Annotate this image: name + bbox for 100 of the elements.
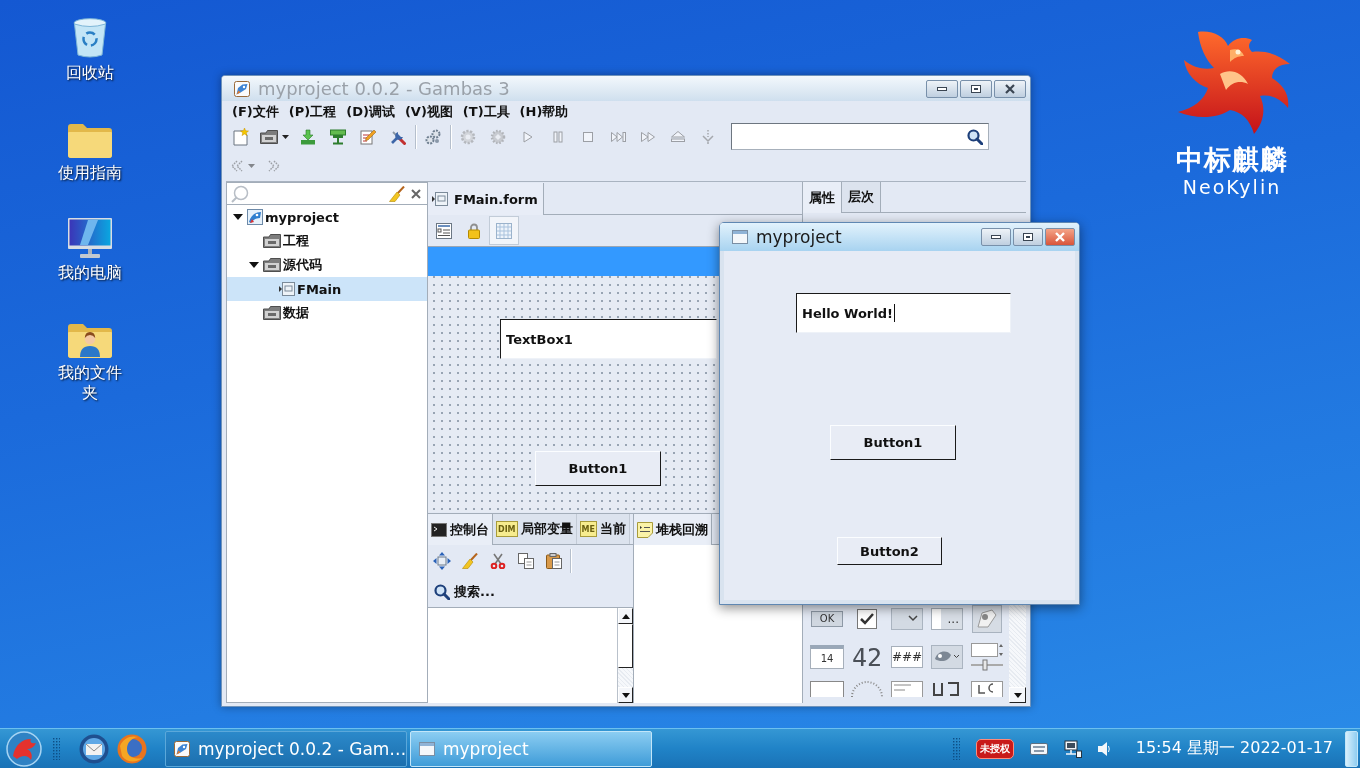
properties-icon — [436, 222, 452, 239]
form-icon — [432, 192, 448, 206]
panel-tab[interactable]: 堆栈回溯 — [634, 514, 712, 545]
clean-button[interactable] — [389, 185, 405, 202]
task-button[interactable]: myproject 0.0.2 - Gam… — [165, 730, 407, 767]
lcd-tool-icon[interactable] — [932, 681, 962, 697]
button-tool[interactable]: OK — [811, 611, 843, 627]
window-title: myproject — [756, 226, 843, 248]
checkbox-tool-icon[interactable] — [857, 609, 877, 629]
grip-icon — [952, 737, 960, 760]
buttonbox-tool[interactable]: ... — [931, 608, 963, 630]
close-icon — [1005, 83, 1015, 94]
monitor-icon[interactable] — [68, 218, 112, 258]
tree-item[interactable]: 源代码 — [227, 253, 427, 277]
recycle-bin-icon[interactable] — [73, 18, 107, 58]
menu-item[interactable]: (V)视图 — [404, 103, 453, 120]
pause-icon — [553, 130, 563, 143]
gear-icon — [490, 128, 506, 145]
panel-tab[interactable]: 层次 — [842, 182, 881, 212]
menu-item[interactable]: (H)帮助 — [519, 103, 569, 120]
clear-button[interactable] — [411, 188, 421, 199]
license-badge[interactable]: 未授权 — [975, 738, 1014, 759]
four-arrows-icon — [433, 552, 451, 570]
drawer-icon — [260, 129, 278, 144]
show-desktop-button[interactable] — [1345, 730, 1358, 767]
dropdown-tool-icon[interactable] — [891, 608, 923, 630]
clock[interactable]: 15:54 星期一 2022-01-17 — [1135, 738, 1333, 759]
terminal-icon — [431, 522, 447, 537]
text-field[interactable]: Hello World! — [796, 293, 1011, 333]
copy-icon — [518, 553, 534, 569]
broom-icon — [462, 553, 478, 569]
menu-item[interactable]: (F)文件 — [232, 103, 279, 120]
maximize-button[interactable] — [960, 79, 992, 98]
spin-slider-tool-icon[interactable] — [971, 643, 1003, 671]
grid-icon — [496, 222, 512, 239]
window-icon — [732, 230, 748, 244]
maximize-button[interactable] — [1013, 228, 1043, 246]
tree-item[interactable]: 数据 — [227, 301, 427, 325]
scrollbar[interactable] — [617, 608, 633, 703]
palette-tool-icon[interactable] — [931, 645, 963, 669]
tag-tool-icon[interactable] — [972, 605, 1002, 633]
form-button[interactable]: Button1 — [535, 451, 661, 486]
minimize-button[interactable] — [981, 228, 1011, 246]
keyboard-icon[interactable] — [1029, 742, 1048, 755]
double-chevron-left-icon — [230, 159, 244, 172]
search-button[interactable]: 搜索... — [428, 577, 501, 607]
editor-tab[interactable]: FMain.form — [428, 183, 544, 215]
new-file-icon — [233, 127, 249, 146]
scroll-down-button[interactable] — [618, 687, 633, 703]
scroll-up-button[interactable] — [618, 608, 633, 624]
search-icon — [434, 584, 450, 600]
folder-icon[interactable] — [68, 124, 112, 158]
maskbox-tool[interactable]: ### — [891, 646, 923, 668]
tree-item[interactable]: myproject — [227, 205, 427, 229]
input-box-tool-icon[interactable] — [810, 681, 844, 697]
scroll-down-button[interactable] — [1009, 687, 1026, 703]
triangle-down-icon[interactable] — [249, 262, 259, 268]
text-field[interactable]: TextBox1 — [500, 319, 717, 359]
shortcut-label[interactable]: 使用指南 — [58, 163, 122, 183]
shortcut-label[interactable]: 我的电脑 — [58, 263, 122, 283]
search-field[interactable] — [731, 123, 989, 150]
close-button[interactable] — [994, 79, 1026, 98]
tree-item[interactable]: 工程 — [227, 229, 427, 253]
app-icon — [234, 80, 250, 97]
panel-tab[interactable]: 属性 — [803, 182, 842, 213]
form-button[interactable]: Button1 — [830, 425, 956, 460]
menu-item[interactable]: (D)调试 — [346, 103, 395, 120]
close-button[interactable] — [1045, 228, 1075, 246]
start-button[interactable] — [3, 729, 45, 768]
label-tool-icon[interactable] — [971, 681, 1003, 697]
shortcut-label[interactable]: 回收站 — [66, 63, 114, 83]
form-icon — [279, 282, 295, 296]
panel-tab[interactable]: 控制台 — [428, 514, 493, 545]
menu-item[interactable]: (P)工程 — [288, 103, 337, 120]
triangle-up-icon — [621, 613, 630, 619]
form-button[interactable]: Button2 — [837, 537, 942, 565]
panel-tab[interactable]: ME 当前 — [576, 514, 630, 544]
editor-tool-icon[interactable] — [891, 681, 923, 697]
dragon-logo-icon — [6, 730, 42, 767]
tree-item[interactable]: FMain — [227, 277, 427, 301]
scrollbar[interactable] — [1009, 603, 1026, 703]
network-icon[interactable] — [1063, 739, 1082, 758]
stand-icon — [330, 128, 346, 145]
shortcut-label[interactable]: 我的文件夹 — [54, 363, 126, 403]
notepad-pencil-icon — [360, 128, 376, 145]
list-note-icon — [637, 521, 653, 538]
scissors-icon — [490, 553, 506, 569]
search-icon[interactable] — [967, 128, 983, 145]
menu-item[interactable]: (T)工具 — [462, 103, 510, 120]
app-icon — [174, 740, 190, 757]
panel-tab[interactable]: DIM 局部变量 — [493, 514, 577, 544]
triangle-down-icon — [1013, 692, 1022, 698]
user-folder-icon[interactable] — [68, 324, 112, 358]
triangle-down-icon[interactable] — [233, 214, 243, 220]
lcd-tool[interactable]: 42 — [850, 642, 884, 672]
datebox-tool[interactable]: 14 — [810, 645, 844, 669]
filter-field[interactable] — [227, 183, 427, 205]
volume-icon[interactable] — [1097, 740, 1110, 757]
scrollbar-thumb[interactable] — [618, 624, 633, 668]
minimize-button[interactable] — [926, 79, 958, 98]
